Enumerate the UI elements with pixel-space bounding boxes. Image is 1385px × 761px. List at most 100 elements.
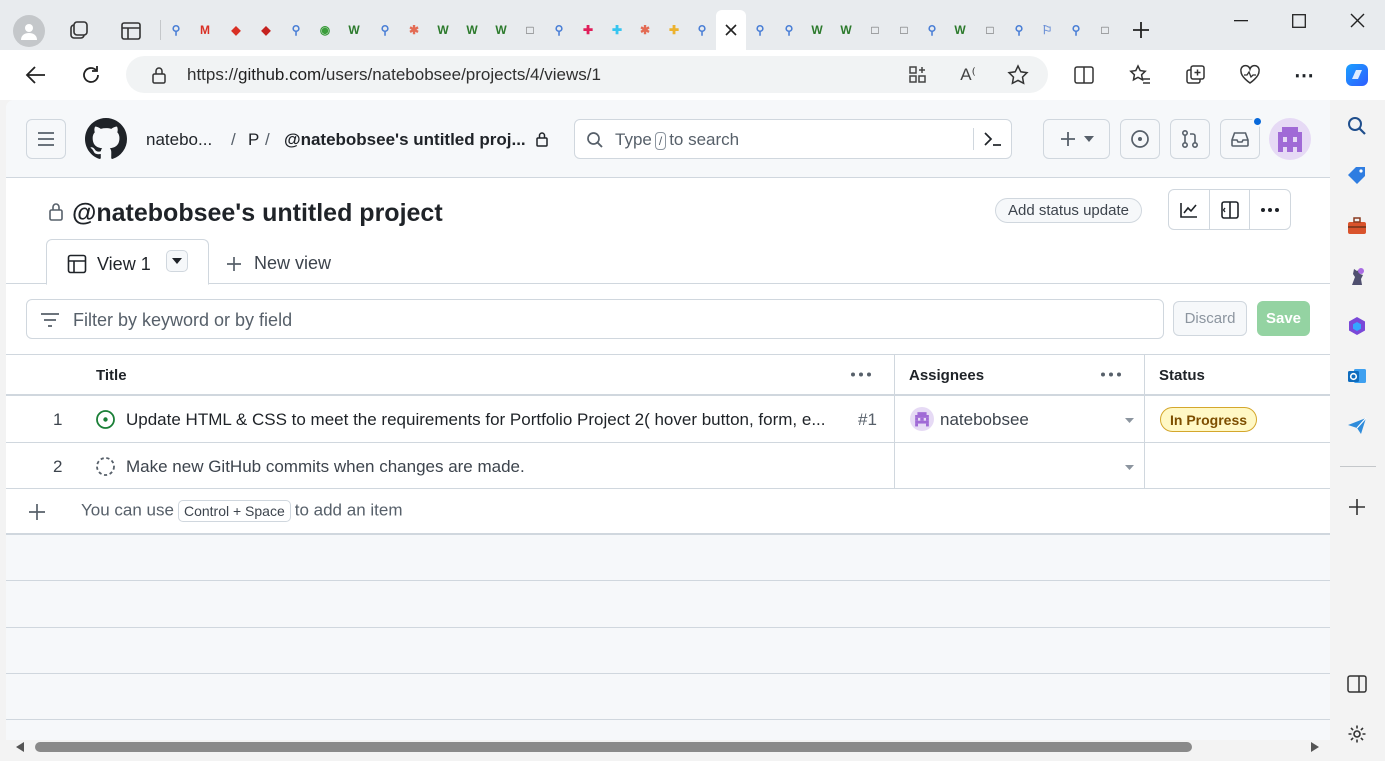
assignee-dropdown-icon[interactable] — [1125, 465, 1134, 470]
w-tab-icon[interactable]: W — [838, 22, 854, 38]
minimize-icon[interactable] — [1234, 20, 1248, 22]
close-tab-icon[interactable] — [725, 24, 737, 36]
asterisk-tab-icon[interactable]: ✱ — [406, 22, 422, 38]
search-tab-icon[interactable]: ⚲ — [752, 22, 768, 38]
favorites-icon[interactable] — [1127, 62, 1153, 88]
shopping-tag-icon[interactable] — [1345, 164, 1369, 188]
gmail-tab-icon[interactable]: M — [197, 22, 213, 38]
search-tab-icon[interactable]: ⚲ — [781, 22, 797, 38]
tools-icon[interactable] — [1345, 214, 1369, 238]
slack-tab-icon[interactable]: ✚ — [609, 22, 625, 38]
assignee-name[interactable]: natebobsee — [940, 410, 1029, 430]
breadcrumb-project[interactable]: @natebobsee's untitled proj... — [284, 130, 526, 150]
search-tab-icon[interactable]: ⚲ — [551, 22, 567, 38]
sidebar-panel-icon[interactable] — [1345, 672, 1369, 696]
page-tab-icon[interactable]: □ — [982, 22, 998, 38]
breadcrumb-projects[interactable]: P — [248, 130, 259, 150]
new-view-button[interactable]: New view — [226, 253, 331, 274]
scroll-right-icon[interactable] — [1311, 742, 1319, 752]
row-title[interactable]: Make new GitHub commits when changes are… — [126, 457, 525, 477]
search-tab-icon[interactable]: ⚲ — [168, 22, 184, 38]
filter-input[interactable]: Filter by keyword or by field — [26, 299, 1164, 339]
diamond-tab-icon[interactable]: ◆ — [228, 22, 244, 38]
copilot-icon[interactable] — [1342, 60, 1372, 90]
more-menu-icon[interactable]: ⋯ — [1291, 62, 1317, 88]
add-sidebar-icon[interactable] — [1345, 495, 1369, 519]
breadcrumb-owner[interactable]: natebo... — [146, 130, 212, 150]
status-badge[interactable]: In Progress — [1160, 407, 1257, 432]
profile-avatar[interactable] — [13, 15, 45, 47]
save-button[interactable]: Save — [1257, 301, 1310, 336]
page-tab-icon[interactable]: □ — [1097, 22, 1113, 38]
view-options-button[interactable] — [166, 250, 188, 272]
games-icon[interactable] — [1345, 264, 1369, 288]
side-panel-button[interactable] — [1210, 190, 1251, 229]
browser-essentials-icon[interactable] — [1237, 62, 1263, 88]
search-tab-icon[interactable]: ⚲ — [924, 22, 940, 38]
page-tab-icon[interactable]: □ — [867, 22, 883, 38]
page-tab-icon[interactable]: □ — [896, 22, 912, 38]
discard-button[interactable]: Discard — [1173, 301, 1247, 336]
column-menu-icon[interactable] — [850, 372, 872, 377]
workspaces-icon[interactable] — [68, 20, 90, 42]
diamond-tab-icon[interactable]: ◆ — [258, 22, 274, 38]
w-tab-icon[interactable]: W — [809, 22, 825, 38]
search-tab-icon[interactable]: ⚲ — [377, 22, 393, 38]
flag-tab-icon[interactable]: ⚐ — [1039, 22, 1055, 38]
settings-gear-icon[interactable] — [1345, 722, 1369, 746]
w-tab-icon[interactable]: W — [346, 22, 362, 38]
maximize-icon[interactable] — [1292, 14, 1306, 28]
green-circle-tab-icon[interactable]: ◉ — [317, 22, 333, 38]
project-menu-button[interactable] — [1250, 190, 1290, 229]
send-icon[interactable] — [1345, 414, 1369, 438]
search-icon[interactable] — [1345, 114, 1369, 138]
window-close-icon[interactable] — [1350, 13, 1365, 28]
issue-number[interactable]: #1 — [858, 410, 877, 430]
back-icon[interactable] — [23, 62, 49, 88]
tab-view-1[interactable]: View 1 — [46, 239, 209, 285]
search-tab-icon[interactable]: ⚲ — [1068, 22, 1084, 38]
command-palette-icon[interactable] — [983, 130, 1003, 148]
add-status-update-button[interactable]: Add status update — [995, 198, 1142, 223]
collections-icon[interactable] — [1183, 62, 1209, 88]
w-tab-icon[interactable]: W — [464, 22, 480, 38]
refresh-icon[interactable] — [78, 62, 104, 88]
scroll-left-icon[interactable] — [16, 742, 24, 752]
apps-icon[interactable] — [905, 62, 931, 88]
user-avatar[interactable] — [1269, 118, 1311, 160]
column-menu-icon[interactable] — [1100, 372, 1122, 377]
split-screen-icon[interactable] — [1071, 62, 1097, 88]
insights-button[interactable] — [1169, 190, 1210, 229]
add-item-hint[interactable]: You can use Control + Space to add an item — [81, 500, 403, 522]
github-logo-icon[interactable] — [85, 118, 127, 160]
hamburger-menu-button[interactable] — [26, 119, 66, 159]
pull-requests-button[interactable] — [1170, 119, 1210, 159]
slack-tab-icon[interactable]: ✚ — [580, 22, 596, 38]
asterisk-tab-icon[interactable]: ✱ — [637, 22, 653, 38]
issues-button[interactable] — [1120, 119, 1160, 159]
search-tab-icon[interactable]: ⚲ — [1011, 22, 1027, 38]
add-item-icon[interactable] — [28, 503, 46, 521]
search-input[interactable]: Type / to search — [574, 119, 1012, 159]
tab-actions-icon[interactable] — [120, 20, 142, 42]
column-header-assignees[interactable]: Assignees — [909, 367, 984, 384]
read-aloud-icon[interactable]: A⁽ — [955, 62, 981, 88]
new-tab-icon[interactable] — [1131, 20, 1151, 40]
lock-icon[interactable] — [146, 62, 172, 88]
url-text[interactable]: https://github.com/users/natebobsee/proj… — [187, 65, 601, 85]
search-tab-icon[interactable]: ⚲ — [288, 22, 304, 38]
w-tab-icon[interactable]: W — [952, 22, 968, 38]
w-tab-icon[interactable]: W — [435, 22, 451, 38]
search-tab-icon[interactable]: ⚲ — [694, 22, 710, 38]
page-tab-icon[interactable]: □ — [522, 22, 538, 38]
create-new-button[interactable] — [1043, 119, 1110, 159]
active-tab[interactable] — [716, 10, 746, 50]
project-title[interactable]: @natebobsee's untitled project — [72, 199, 443, 228]
slack-tab-icon[interactable]: ✚ — [666, 22, 682, 38]
favorite-star-icon[interactable] — [1005, 62, 1031, 88]
column-header-title[interactable]: Title — [96, 367, 127, 384]
row-title[interactable]: Update HTML & CSS to meet the requiremen… — [126, 410, 826, 430]
outlook-icon[interactable] — [1345, 364, 1369, 388]
assignee-dropdown-icon[interactable] — [1125, 418, 1134, 423]
assignee-avatar[interactable] — [910, 407, 934, 431]
